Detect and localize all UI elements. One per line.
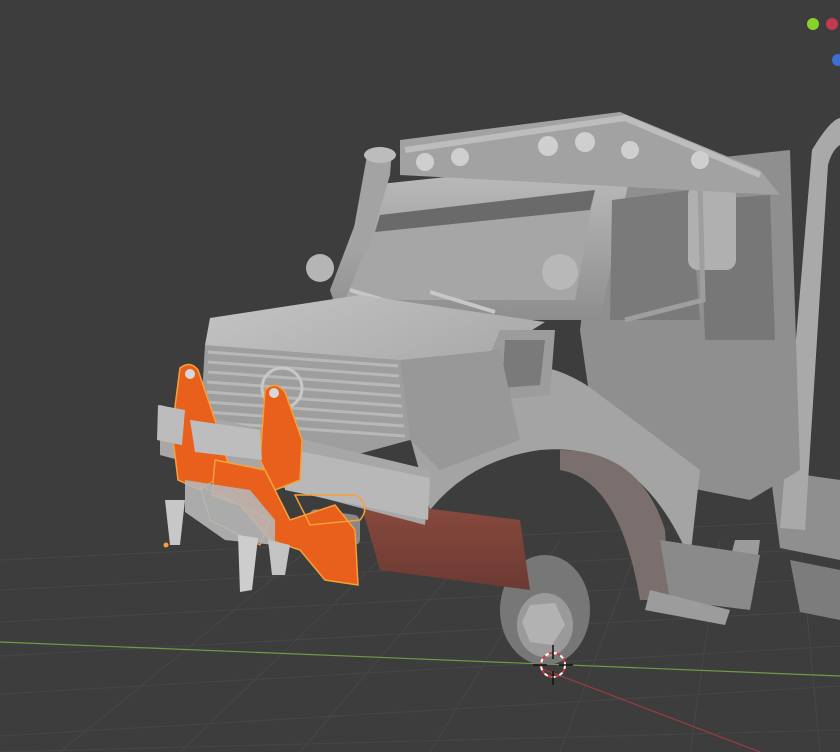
selected-vertex-marker: [163, 542, 169, 548]
viewport-scene[interactable]: [0, 0, 840, 752]
gizmo-y-axis-icon[interactable]: [807, 18, 819, 30]
x-axis-line: [539, 667, 761, 752]
gizmo-z-axis-icon[interactable]: [832, 54, 840, 66]
3d-viewport[interactable]: [0, 0, 840, 752]
y-axis-line: [0, 641, 840, 677]
gizmo-x-axis-icon[interactable]: [826, 18, 838, 30]
